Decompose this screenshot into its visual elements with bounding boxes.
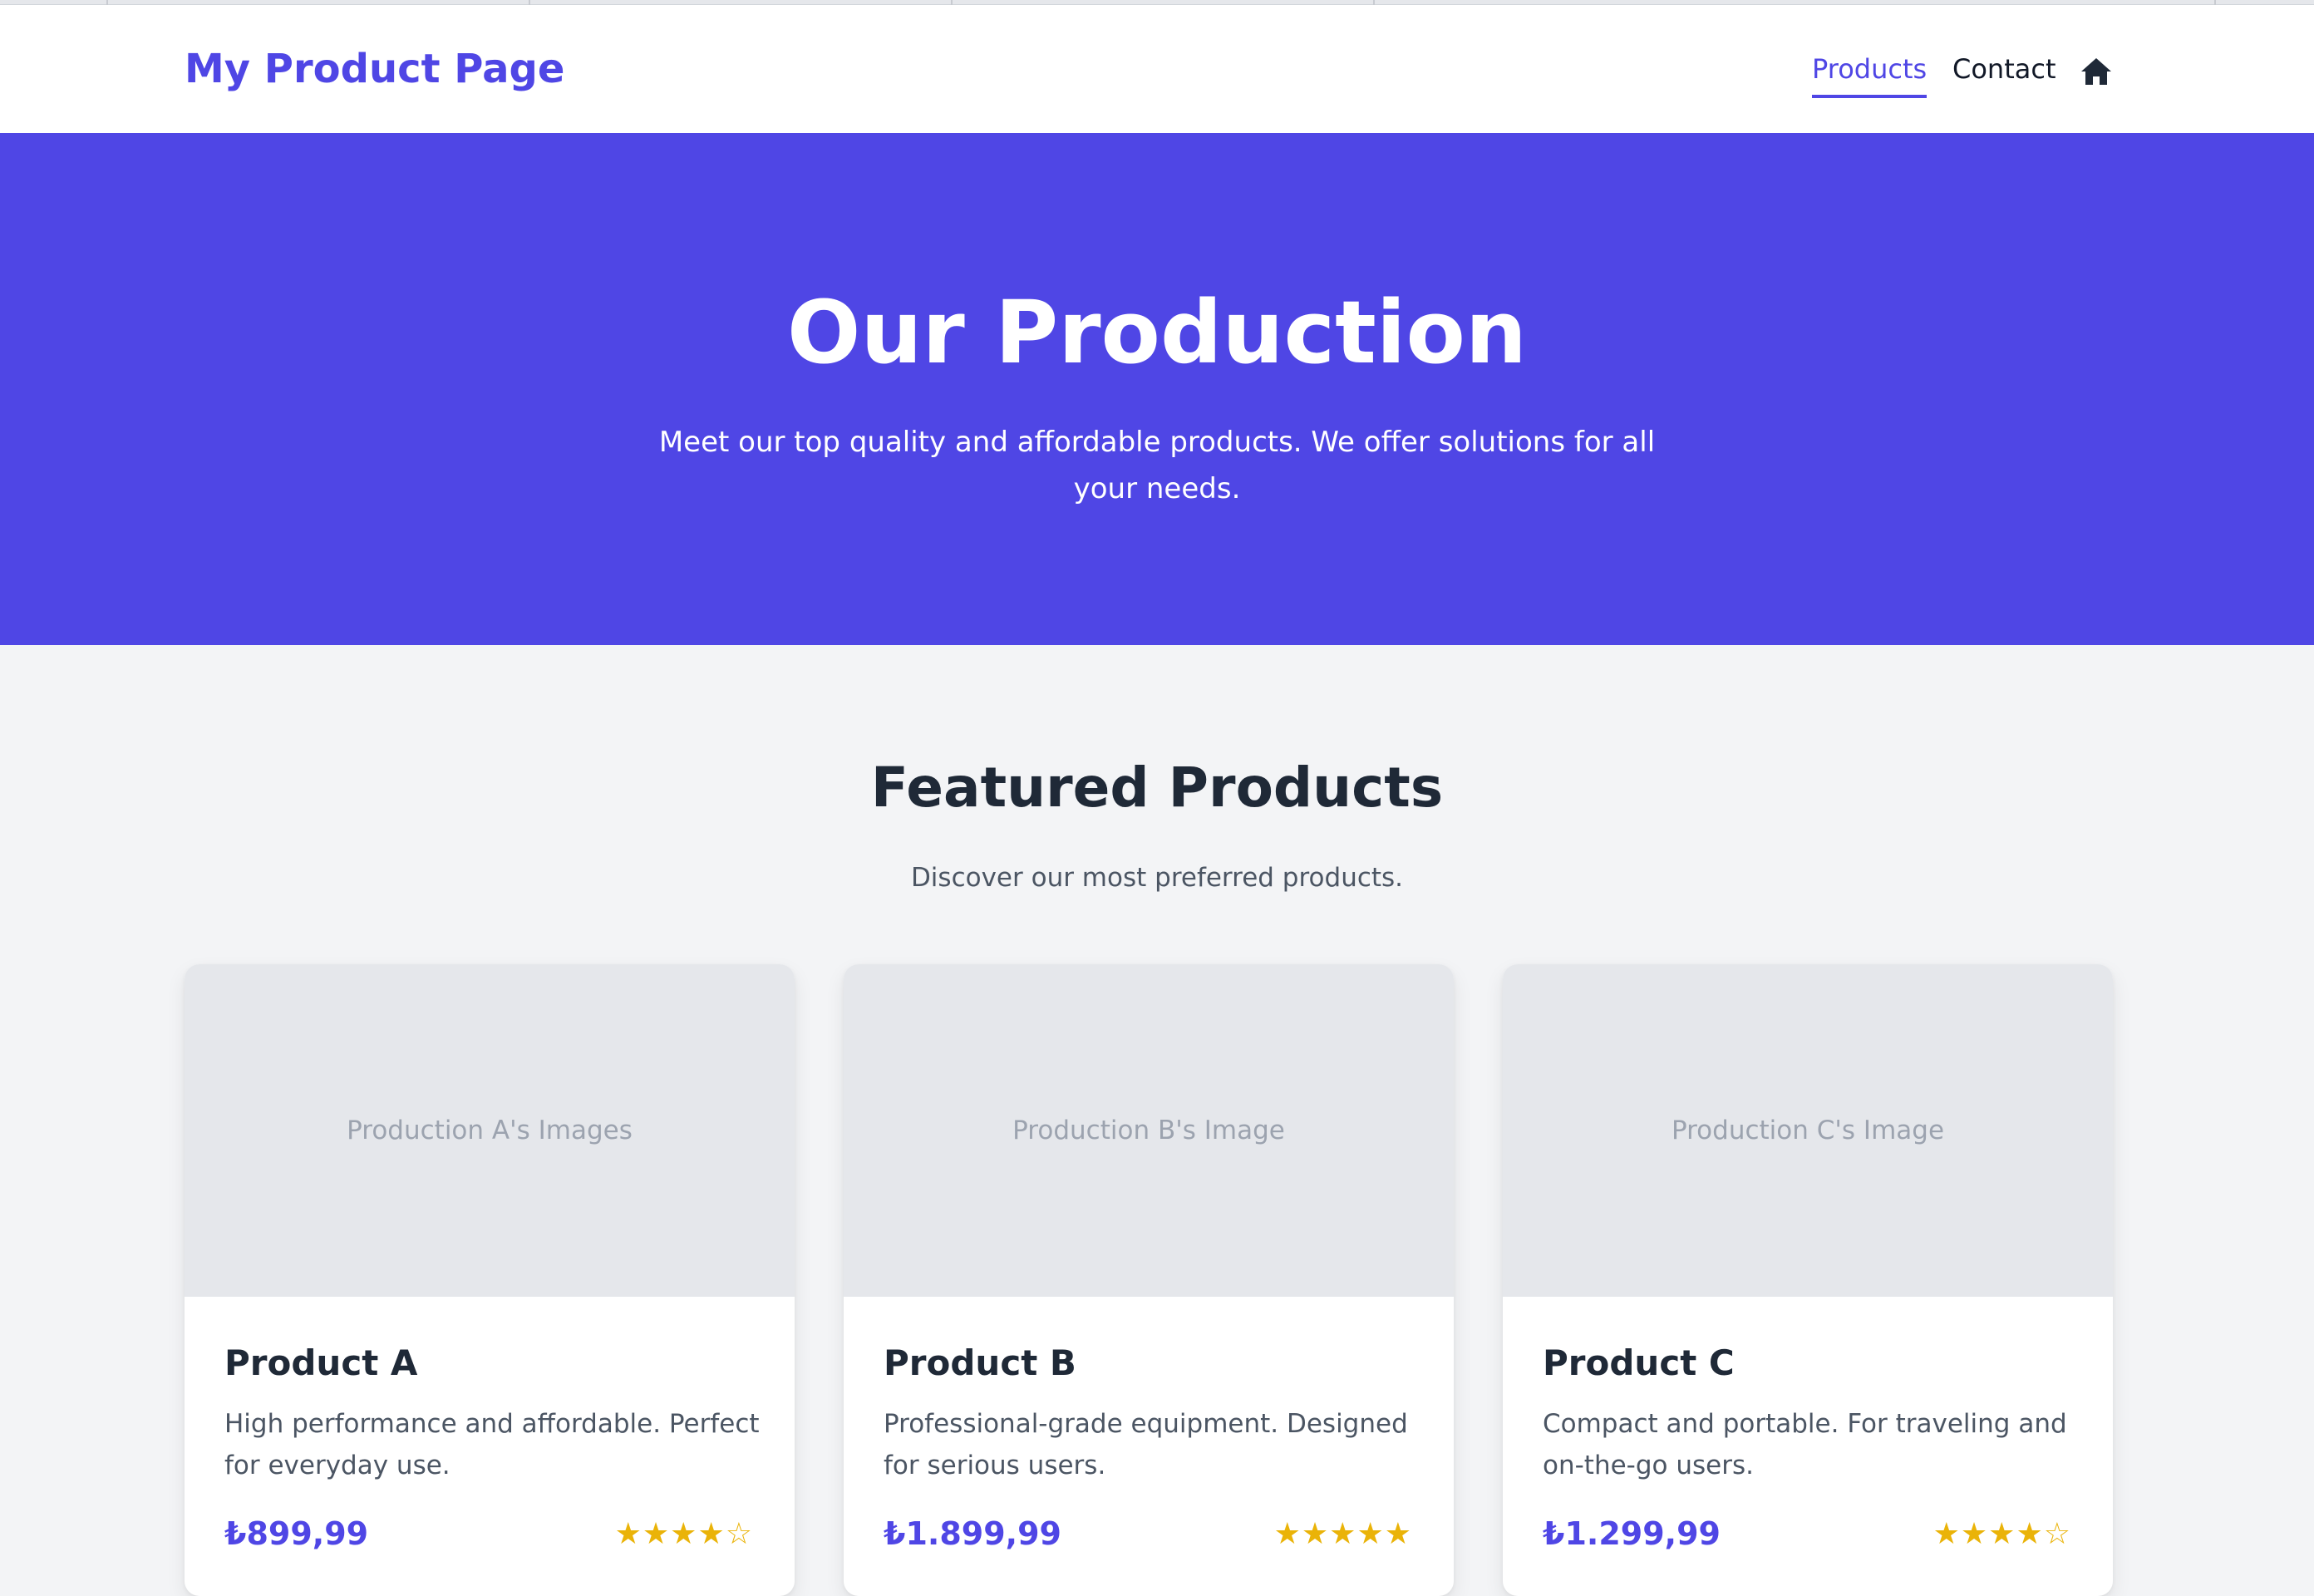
hero-title: Our Production xyxy=(787,282,1527,383)
product-description: Compact and portable. For traveling and … xyxy=(1543,1409,2067,1480)
home-icon xyxy=(2081,58,2111,85)
product-image-placeholder: Production A's Images xyxy=(185,964,795,1297)
product-card-c[interactable]: Production C's Image Product C Compact a… xyxy=(1503,964,2113,1596)
product-name[interactable]: Product A xyxy=(224,1340,417,1387)
site-header: My Product Page Products Contact xyxy=(0,5,2314,133)
site-brand[interactable]: My Product Page xyxy=(185,42,564,96)
image-placeholder-label: Production B's Image xyxy=(1012,1116,1285,1145)
image-placeholder-label: Production A's Images xyxy=(347,1116,633,1145)
image-placeholder-label: Production C's Image xyxy=(1671,1116,1945,1145)
product-description: Professional-grade equipment. Designed f… xyxy=(884,1409,1408,1480)
home-button[interactable] xyxy=(2080,57,2113,86)
rating-stars-icon: ★★★★☆ xyxy=(1932,1517,2071,1551)
product-card-a[interactable]: Production A's Images Product A High per… xyxy=(185,964,795,1596)
product-card-b[interactable]: Production B's Image Product B Professio… xyxy=(844,964,1454,1596)
product-description: High performance and affordable. Perfect… xyxy=(224,1409,760,1480)
product-price: ₺899,99 xyxy=(224,1515,369,1552)
rating-stars-icon: ★★★★☆ xyxy=(614,1517,753,1551)
nav-link-products[interactable]: Products xyxy=(1812,52,1928,98)
product-name[interactable]: Product C xyxy=(1543,1340,1735,1387)
product-name[interactable]: Product B xyxy=(884,1340,1076,1387)
featured-subtitle: Discover our most preferred products. xyxy=(910,863,1404,893)
featured-title: Featured Products xyxy=(870,756,1444,820)
hero-subtitle: Meet our top quality and affordable prod… xyxy=(658,426,1656,505)
product-price: ₺1.899,99 xyxy=(884,1515,1061,1552)
product-image-placeholder: Production C's Image xyxy=(1503,964,2113,1297)
hero-banner: Our Production Meet our top quality and … xyxy=(0,133,2314,645)
product-price: ₺1.299,99 xyxy=(1543,1515,1721,1552)
nav-link-contact[interactable]: Contact xyxy=(1952,52,2056,86)
product-image-placeholder: Production B's Image xyxy=(844,964,1454,1297)
rating-stars-icon: ★★★★★ xyxy=(1273,1517,1412,1551)
